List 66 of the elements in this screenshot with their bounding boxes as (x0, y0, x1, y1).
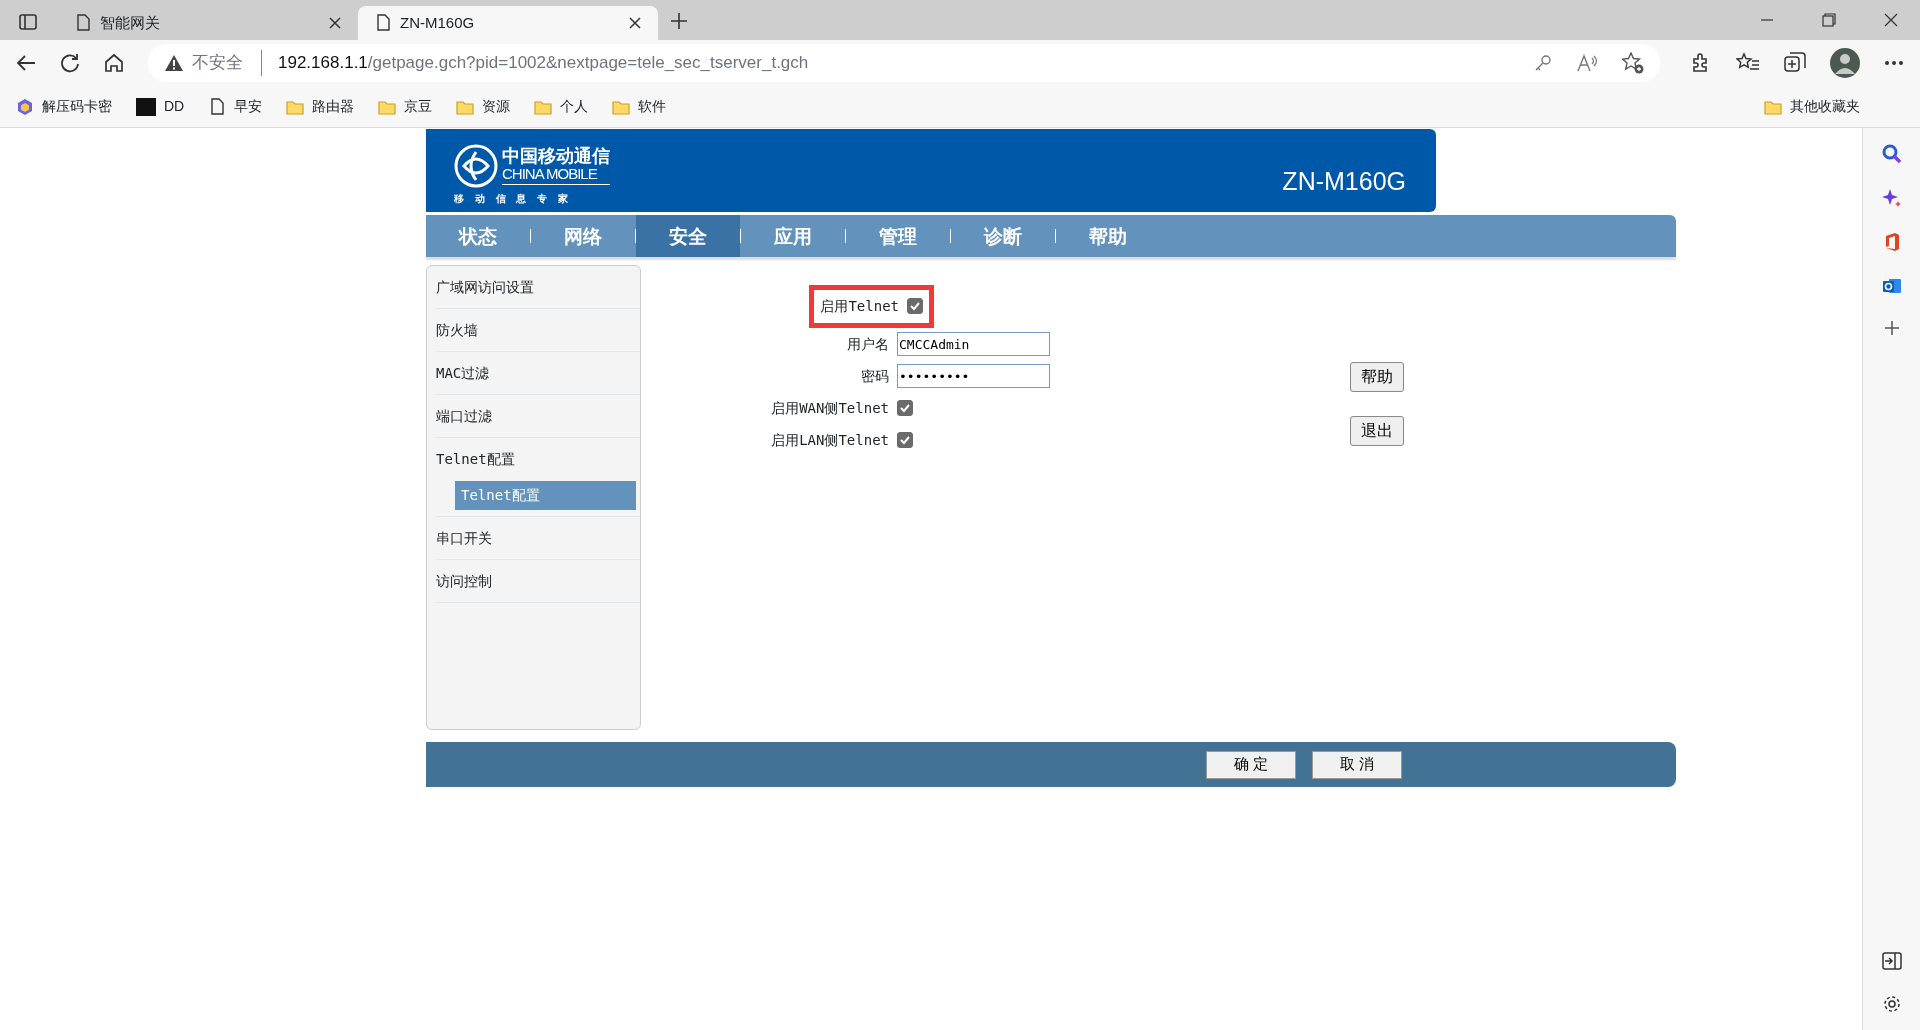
field-label: 密码 (861, 366, 890, 386)
sidebar-item[interactable]: 防火墙 (436, 309, 640, 352)
home-icon[interactable] (104, 53, 124, 73)
field-label: 启用Telnet (820, 296, 899, 316)
action-button[interactable]: 帮助 (1350, 362, 1404, 392)
restore-icon[interactable] (1822, 13, 1836, 27)
sidebar-item[interactable]: 广域网访问设置 (436, 266, 640, 309)
sidebar-item[interactable]: 访问控制 (436, 560, 640, 603)
input-field[interactable]: ••••••••• (897, 364, 1050, 388)
reload-icon[interactable] (60, 53, 80, 73)
bookmark-item[interactable]: 京豆 (378, 96, 433, 117)
field-label: 用户名 (847, 334, 890, 354)
sidebar-item[interactable]: MAC过滤 (436, 352, 640, 395)
bookmark-item[interactable]: 个人 (534, 96, 589, 117)
logo-icon (454, 144, 498, 188)
sidebar-item[interactable]: 端口过滤 (436, 395, 640, 438)
browser-tab[interactable]: 智能网关 (58, 6, 358, 40)
page-icon (74, 13, 92, 33)
close-icon[interactable] (628, 16, 642, 30)
field-label: 启用LAN侧Telnet (771, 430, 890, 450)
brand-slogan: 移 动 信 息 专 家 (454, 192, 573, 206)
back-icon[interactable] (16, 54, 36, 72)
field-label: 启用WAN侧Telnet (771, 398, 890, 418)
tab-actions-icon[interactable] (18, 12, 38, 32)
checkbox[interactable] (907, 298, 923, 314)
read-aloud-icon[interactable] (1576, 54, 1598, 72)
bookmark-item[interactable]: 早安 (208, 96, 263, 117)
nav-tab[interactable]: 安全 (636, 215, 740, 257)
bookmark-item[interactable]: 软件 (612, 96, 667, 117)
footer-button[interactable]: 取 消 (1312, 750, 1402, 779)
checkbox[interactable] (897, 400, 913, 416)
bookmark-item[interactable]: 解压码卡密 (16, 96, 112, 117)
page-icon (208, 96, 227, 117)
star-add-icon[interactable] (1622, 52, 1644, 74)
sidebar-item[interactable]: 串口开关 (436, 517, 640, 560)
sidebar-toggle-icon[interactable] (1881, 952, 1902, 970)
bookmark-item[interactable]: 资源 (456, 96, 511, 117)
checkbox[interactable] (897, 432, 913, 448)
action-button[interactable]: 退出 (1350, 416, 1404, 446)
new-tab-icon[interactable] (670, 12, 688, 30)
brand-name-english: CHINA MOBILE (502, 166, 610, 185)
settings-icon[interactable] (1881, 994, 1902, 1014)
input-field[interactable]: CMCCAdmin (897, 332, 1050, 356)
close-icon[interactable] (328, 16, 342, 30)
warning-icon (164, 54, 184, 72)
bookmark-item[interactable]: 路由器 (286, 96, 355, 117)
sidebar-item[interactable]: Telnet配置 (436, 438, 640, 481)
footer-button[interactable]: 确 定 (1206, 750, 1296, 779)
more-icon[interactable] (1884, 60, 1904, 66)
collections-icon[interactable] (1784, 52, 1806, 74)
model-title: ZN-M160G (1282, 165, 1407, 197)
page-icon (374, 13, 392, 33)
add-icon[interactable] (1883, 320, 1900, 336)
bookmark-item[interactable]: 其他收藏夹 (1764, 96, 1860, 117)
browser-tab[interactable]: ZN-M160G (358, 6, 658, 40)
hexagon-icon (16, 97, 34, 116)
avatar-icon[interactable] (1830, 48, 1860, 78)
key-icon[interactable] (1534, 54, 1552, 72)
outlook-icon[interactable] (1881, 276, 1902, 296)
search-icon[interactable] (1881, 144, 1902, 164)
security-warning[interactable]: 不安全 (192, 50, 243, 76)
close-icon[interactable] (1884, 13, 1898, 27)
url-text[interactable]: 192.168.1.1/getpage.gch?pid=1002&nextpage=tele_sec_tserver_t.gch (261, 50, 809, 76)
bookmark-item[interactable]: DD (136, 96, 185, 117)
sparkle-icon[interactable] (1881, 188, 1902, 208)
brand-name: 中国移动通信 (502, 147, 610, 167)
